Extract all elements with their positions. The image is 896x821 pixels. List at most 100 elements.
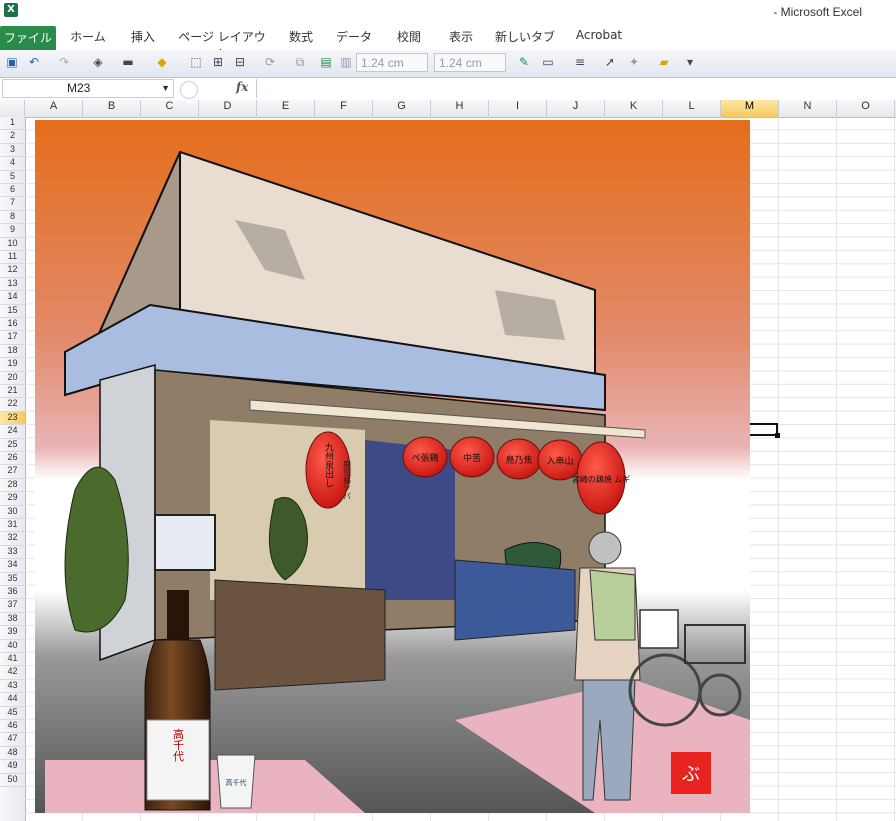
column-header-d[interactable]: D [199, 100, 257, 117]
row-header-42[interactable]: 42 [0, 666, 25, 680]
row-header-9[interactable]: 9 [0, 224, 25, 238]
row-header-24[interactable]: 24 [0, 425, 25, 439]
formula-input[interactable] [256, 79, 895, 98]
row-header-29[interactable]: 29 [0, 492, 25, 506]
izakaya-artwork[interactable]: 九州泉出し ぺ張鶏 中苦 鳥乃焦 入串山 宮崎の鶏焼 ムギ 鹿児島ソバ 高千代 [35, 120, 750, 813]
column-header-o[interactable]: O [837, 100, 895, 117]
row-header-1[interactable]: 1 [0, 117, 25, 131]
name-box[interactable]: M23 ▼ [2, 79, 174, 98]
shape-width-input[interactable]: 1.24 cm [434, 53, 506, 72]
row-header-43[interactable]: 43 [0, 680, 25, 694]
row-header-6[interactable]: 6 [0, 184, 25, 198]
shapes-icon[interactable]: ◈ [90, 54, 106, 70]
redo-icon[interactable]: ↷ [56, 54, 72, 70]
column-header-l[interactable]: L [663, 100, 721, 117]
pointer-icon[interactable]: ➚ [602, 54, 618, 70]
row-header-37[interactable]: 37 [0, 599, 25, 613]
column-header-g[interactable]: G [373, 100, 431, 117]
row-header-12[interactable]: 12 [0, 264, 25, 278]
undo-icon[interactable]: ↶ [26, 54, 42, 70]
row-header-48[interactable]: 48 [0, 747, 25, 761]
row-header-18[interactable]: 18 [0, 345, 25, 359]
column-header-k[interactable]: K [605, 100, 663, 117]
column-header-f[interactable]: F [315, 100, 373, 117]
outline-icon[interactable]: ▭ [540, 54, 556, 70]
arrange-icon[interactable]: ⧉ [292, 54, 308, 70]
tab-acrobat[interactable]: Acrobat [570, 28, 628, 48]
effects-icon[interactable]: ✦ [626, 54, 642, 70]
row-header-3[interactable]: 3 [0, 144, 25, 158]
tab-review[interactable]: 校閲 [388, 28, 430, 48]
shape-height-input[interactable]: 1.24 cm [356, 53, 428, 72]
column-header-a[interactable]: A [25, 100, 83, 117]
row-header-30[interactable]: 30 [0, 506, 25, 519]
bring-forward-icon[interactable]: ▤ [318, 54, 334, 70]
row-header-31[interactable]: 31 [0, 519, 25, 533]
column-header-e[interactable]: E [257, 100, 315, 117]
row-header-7[interactable]: 7 [0, 197, 25, 211]
send-backward-icon[interactable]: ▥ [338, 54, 354, 70]
row-header-41[interactable]: 41 [0, 653, 25, 667]
tab-data[interactable]: データ [332, 28, 376, 48]
row-header-50[interactable]: 50 [0, 774, 25, 787]
chevron-down-icon[interactable]: ▼ [161, 80, 170, 97]
row-header-19[interactable]: 19 [0, 358, 25, 372]
edit-shape-icon[interactable]: ✎ [516, 54, 532, 70]
row-header-4[interactable]: 4 [0, 157, 25, 171]
tab-formulas[interactable]: 数式 [280, 28, 322, 48]
row-header-21[interactable]: 21 [0, 385, 25, 399]
line-weight-icon[interactable]: ≡ [572, 54, 588, 70]
row-header-2[interactable]: 2 [0, 130, 25, 144]
insert-function-icon[interactable]: fx [236, 80, 248, 94]
column-header-n[interactable]: N [779, 100, 837, 117]
row-header-44[interactable]: 44 [0, 693, 25, 707]
group-icon[interactable]: ⊞ [210, 54, 226, 70]
tab-page-layout[interactable]: ページ レイアウト [176, 28, 268, 61]
save-icon[interactable]: ▣ [4, 54, 20, 70]
row-header-20[interactable]: 20 [0, 372, 25, 385]
tab-insert[interactable]: 挿入 [122, 28, 164, 48]
row-header-23[interactable]: 23 [0, 411, 25, 426]
column-header-b[interactable]: B [83, 100, 141, 117]
row-header-46[interactable]: 46 [0, 720, 25, 734]
tab-view[interactable]: 表示 [440, 28, 482, 48]
select-objects-icon[interactable]: ⬚ [188, 54, 204, 70]
row-header-39[interactable]: 39 [0, 626, 25, 640]
select-all-button[interactable] [0, 100, 25, 117]
row-header-38[interactable]: 38 [0, 613, 25, 627]
open-folder-icon[interactable]: ▰ [656, 54, 672, 70]
column-header-j[interactable]: J [547, 100, 605, 117]
row-header-16[interactable]: 16 [0, 318, 25, 332]
fill-color-icon[interactable]: ◆ [154, 54, 170, 70]
row-header-40[interactable]: 40 [0, 640, 25, 653]
row-header-22[interactable]: 22 [0, 398, 25, 412]
row-header-10[interactable]: 10 [0, 238, 25, 251]
align-icon[interactable]: ⊟ [232, 54, 248, 70]
row-header-28[interactable]: 28 [0, 479, 25, 493]
column-header-i[interactable]: I [489, 100, 547, 117]
column-header-h[interactable]: H [431, 100, 489, 117]
customize-qat-icon[interactable]: ▾ [682, 54, 698, 70]
column-header-m[interactable]: M [721, 100, 779, 117]
row-header-33[interactable]: 33 [0, 546, 25, 560]
row-header-13[interactable]: 13 [0, 278, 25, 292]
row-header-15[interactable]: 15 [0, 305, 25, 318]
tab-new-tab[interactable]: 新しいタブ [494, 28, 556, 48]
row-header-35[interactable]: 35 [0, 573, 25, 586]
row-header-45[interactable]: 45 [0, 707, 25, 720]
tab-file[interactable]: ファイル [0, 26, 56, 50]
row-header-5[interactable]: 5 [0, 171, 25, 184]
tab-home[interactable]: ホーム [64, 28, 112, 48]
row-header-14[interactable]: 14 [0, 291, 25, 305]
row-header-36[interactable]: 36 [0, 586, 25, 600]
row-header-8[interactable]: 8 [0, 211, 25, 225]
row-header-47[interactable]: 47 [0, 733, 25, 747]
row-header-32[interactable]: 32 [0, 532, 25, 546]
row-header-26[interactable]: 26 [0, 452, 25, 466]
line-color-icon[interactable]: ▬ [120, 54, 136, 70]
rotate-icon[interactable]: ⟳ [262, 54, 278, 70]
row-header-17[interactable]: 17 [0, 331, 25, 345]
column-header-c[interactable]: C [141, 100, 199, 117]
row-header-34[interactable]: 34 [0, 559, 25, 573]
row-header-25[interactable]: 25 [0, 439, 25, 452]
